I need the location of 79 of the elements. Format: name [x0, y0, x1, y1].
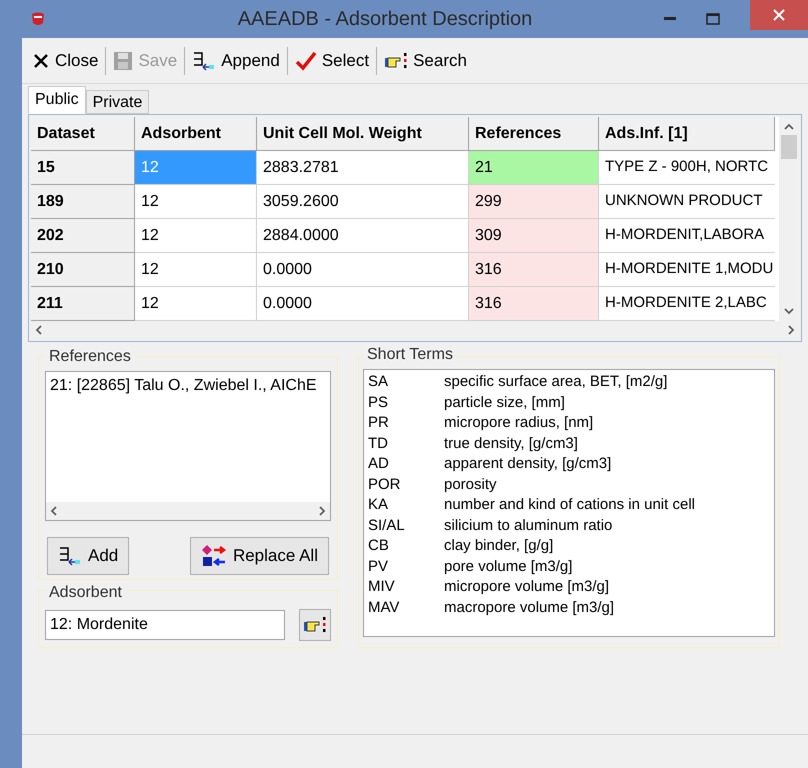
term-description: number and kind of cations in unit cell	[444, 495, 695, 515]
term-abbreviation: SA	[368, 372, 390, 392]
window-title: AAEADB - Adsorbent Description	[238, 7, 532, 32]
term-abbreviation: AD	[368, 454, 390, 474]
adsorbent-field[interactable]: 12: Mordenite	[45, 610, 286, 640]
column-header[interactable]: Adsorbent	[135, 117, 257, 151]
minimize-icon[interactable]	[664, 17, 676, 21]
table-cell: H-MORDENITE 1,MODU	[599, 253, 775, 287]
table-cell: 316	[469, 287, 599, 321]
term-abbreviation: TD	[368, 434, 389, 454]
list-arrow-icon	[192, 50, 216, 70]
table-cell: 211	[31, 287, 135, 321]
list-item[interactable]: 21: [22865] Talu O., Zwiebel I., AIChE	[50, 374, 326, 398]
term-description: pore volume [m3/g]	[444, 556, 572, 576]
term-description: specific surface area, BET, [m2/g]	[444, 372, 668, 392]
app-logo-icon	[30, 11, 46, 27]
table-cell[interactable]: 12	[135, 287, 257, 321]
table-cell: 316	[469, 253, 599, 287]
toolbar-button[interactable]: Search	[382, 44, 469, 76]
pointing-hand-icon	[384, 50, 408, 70]
term-abbreviation: PS	[368, 392, 390, 412]
close-icon	[773, 9, 785, 21]
table-cell: 15	[31, 151, 135, 185]
close-icon	[32, 52, 50, 70]
term-description: porosity	[444, 474, 497, 494]
tab[interactable]: Private	[86, 90, 150, 114]
term-abbreviation: PV	[368, 556, 390, 576]
term-abbreviation: PR	[368, 413, 390, 433]
term-description: clay binder, [g/g]	[444, 536, 554, 556]
table-cell: 21	[469, 151, 599, 185]
table-cell[interactable]: 12	[135, 219, 257, 253]
table-cell: H-MORDENIT,LABORA	[599, 219, 775, 253]
term-description: micropore volume [m3/g]	[444, 577, 610, 597]
toolbar-button[interactable]: Close	[30, 44, 100, 76]
column-header[interactable]: References	[469, 117, 599, 151]
table-cell: 309	[469, 219, 599, 253]
column-header[interactable]: Unit Cell Mol. Weight	[257, 117, 469, 151]
lookup-button[interactable]	[299, 609, 331, 641]
term-description: macropore volume [m3/g]	[444, 598, 614, 618]
toolbar-button[interactable]: Select	[292, 44, 372, 76]
scroll-right-icon[interactable]	[318, 506, 326, 516]
term-description: silicium to aluminum ratio	[444, 516, 612, 536]
scroll-right-icon[interactable]	[787, 325, 795, 335]
table-cell: TYPE Z - 900H, NORTC	[599, 151, 775, 185]
column-header[interactable]: Ads.Inf. [1]	[599, 117, 775, 151]
checkmark-icon	[294, 50, 317, 70]
term-description: true density, [g/cm3]	[444, 434, 578, 454]
scroll-left-icon[interactable]	[50, 506, 58, 516]
term-abbreviation: POR	[368, 474, 402, 494]
term-abbreviation: MAV	[368, 598, 400, 618]
horizontal-scrollbar[interactable]	[46, 502, 330, 520]
table-cell: 299	[469, 185, 599, 219]
term-abbreviation: KA	[368, 495, 390, 515]
scroll-down-icon[interactable]	[784, 307, 794, 315]
action-button[interactable]: Add	[47, 537, 130, 575]
table-cell: 210	[31, 253, 135, 287]
table-cell: 202	[31, 219, 135, 253]
table-cell: UNKNOWN PRODUCT	[599, 185, 775, 219]
term-description: micropore radius, [nm]	[444, 413, 594, 433]
term-abbreviation: MIV	[368, 577, 396, 597]
table-cell: 189	[31, 185, 135, 219]
maximize-icon[interactable]	[706, 13, 720, 25]
term-abbreviation: SI/AL	[368, 516, 406, 536]
column-header[interactable]: Dataset	[31, 117, 135, 151]
term-description: particle size, [mm]	[444, 392, 565, 412]
action-button[interactable]: Replace All	[190, 537, 329, 575]
table-cell[interactable]: 12	[135, 253, 257, 287]
scroll-left-icon[interactable]	[35, 325, 43, 335]
pointing-hand-icon	[303, 615, 328, 635]
table-cell[interactable]: 12	[135, 185, 257, 219]
term-description: apparent density, [g/cm3]	[444, 454, 612, 474]
close-window-button[interactable]	[750, 0, 808, 30]
list-arrow-icon	[58, 546, 82, 566]
swap-arrows-icon	[200, 544, 227, 568]
tab[interactable]: Public	[28, 86, 86, 114]
term-abbreviation: CB	[368, 536, 390, 556]
scroll-thumb[interactable]	[781, 135, 797, 159]
scroll-up-icon[interactable]	[784, 123, 794, 131]
toolbar-button[interactable]: Append	[190, 44, 282, 76]
